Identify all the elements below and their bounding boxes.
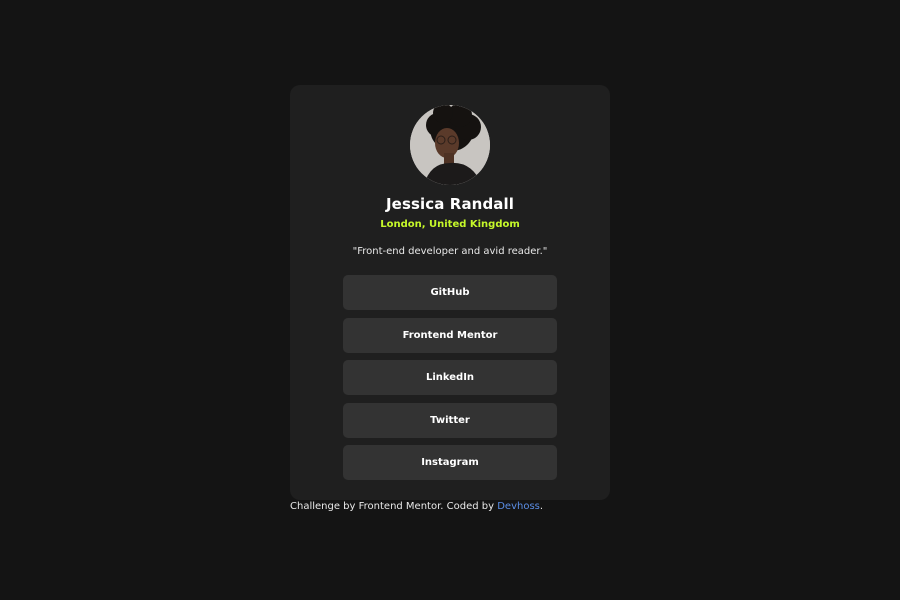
attribution-footer: Challenge by Frontend Mentor. Coded by D… (290, 501, 543, 512)
profile-location: London, United Kingdom (380, 219, 520, 230)
attribution-text: Challenge by Frontend Mentor. Coded by (290, 501, 498, 512)
github-link-button[interactable]: GitHub (343, 275, 557, 310)
social-links: GitHub Frontend Mentor LinkedIn Twitter … (343, 275, 557, 488)
author-link[interactable]: Devhoss (497, 501, 540, 512)
profile-name: Jessica Randall (386, 195, 514, 213)
instagram-link-button[interactable]: Instagram (343, 445, 557, 480)
frontend-mentor-link-button[interactable]: Frontend Mentor (343, 317, 557, 353)
avatar (410, 105, 490, 185)
profile-bio: "Front-end developer and avid reader." (352, 246, 548, 257)
avatar-image (410, 105, 490, 185)
attribution-suffix: . (539, 501, 544, 512)
twitter-link-button[interactable]: Twitter (343, 402, 557, 438)
profile-card: Jessica Randall London, United Kingdom "… (290, 85, 610, 500)
linkedin-link-button[interactable]: LinkedIn (343, 360, 557, 395)
